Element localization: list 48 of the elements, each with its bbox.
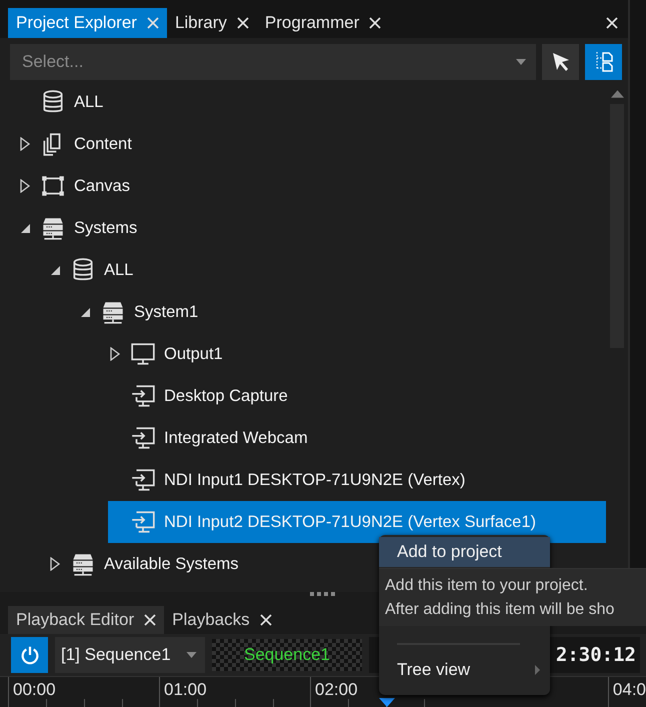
expand-arrow-icon[interactable]	[18, 179, 32, 193]
select-field[interactable]: Select...	[10, 44, 536, 80]
close-icon[interactable]	[260, 614, 272, 626]
input-monitor-icon	[130, 383, 156, 409]
close-icon[interactable]	[606, 17, 618, 29]
expand-arrow-icon[interactable]	[18, 137, 32, 151]
tree-row[interactable]: System1	[78, 291, 206, 333]
panel-tab[interactable]: Playbacks	[164, 606, 280, 634]
panel-tab[interactable]: Library	[166, 8, 257, 38]
close-icon[interactable]	[369, 17, 382, 29]
close-icon[interactable]	[144, 614, 156, 626]
playhead-icon[interactable]	[379, 698, 395, 707]
tree-row[interactable]: Integrated Webcam	[108, 417, 316, 459]
tree-row[interactable]: Desktop Capture	[108, 375, 296, 417]
expand-arrow-icon[interactable]	[48, 557, 62, 571]
close-icon[interactable]	[236, 17, 249, 29]
input-monitor-icon	[130, 425, 156, 451]
panel-tab[interactable]: Programmer	[256, 8, 390, 38]
panel-tab[interactable]: Playback Editor	[8, 606, 164, 634]
tree-row[interactable]: Systems	[18, 207, 146, 249]
sequence-preview: Sequence1	[212, 639, 362, 672]
power-button[interactable]	[11, 637, 48, 674]
tree-row[interactable]: ALL	[48, 249, 142, 291]
tree-row[interactable]: NDI Input1 DESKTOP-71U9N2E (Vertex)	[108, 459, 474, 501]
tree-view-button[interactable]	[585, 44, 622, 80]
tree-row[interactable]: Available Systems	[48, 543, 247, 585]
input-monitor-icon	[130, 509, 156, 535]
input-monitor-icon	[130, 467, 156, 493]
caret-icon	[186, 652, 197, 658]
sequence-dropdown[interactable]: [1] Sequence1	[55, 637, 205, 674]
power-icon	[18, 644, 40, 666]
pointer-button[interactable]	[542, 44, 579, 80]
time-label: 04:0	[608, 677, 646, 707]
tree-row[interactable]: NDI Input2 DESKTOP-71U9N2E (Vertex Surface1)	[108, 501, 606, 543]
caret-icon	[516, 59, 526, 65]
monitor-icon	[130, 341, 156, 367]
expand-arrow-icon[interactable]	[108, 347, 122, 361]
tree-row[interactable]: Canvas	[18, 165, 138, 207]
scroll-up-icon[interactable]	[610, 90, 624, 98]
splitter-grip-icon[interactable]	[310, 592, 336, 596]
panel-tab[interactable]: Project Explorer	[8, 8, 167, 38]
tooltip-text: After adding this item will be sho	[385, 600, 616, 620]
tree-row[interactable]: ALL	[18, 81, 112, 123]
tree-row[interactable]: Output1	[108, 333, 231, 375]
menu-item[interactable]: Add to project	[379, 537, 550, 567]
tooltip-text: Add this item to your project.	[385, 576, 589, 596]
tree-row[interactable]: Content	[18, 123, 140, 165]
submenu-arrow-icon	[535, 665, 540, 675]
